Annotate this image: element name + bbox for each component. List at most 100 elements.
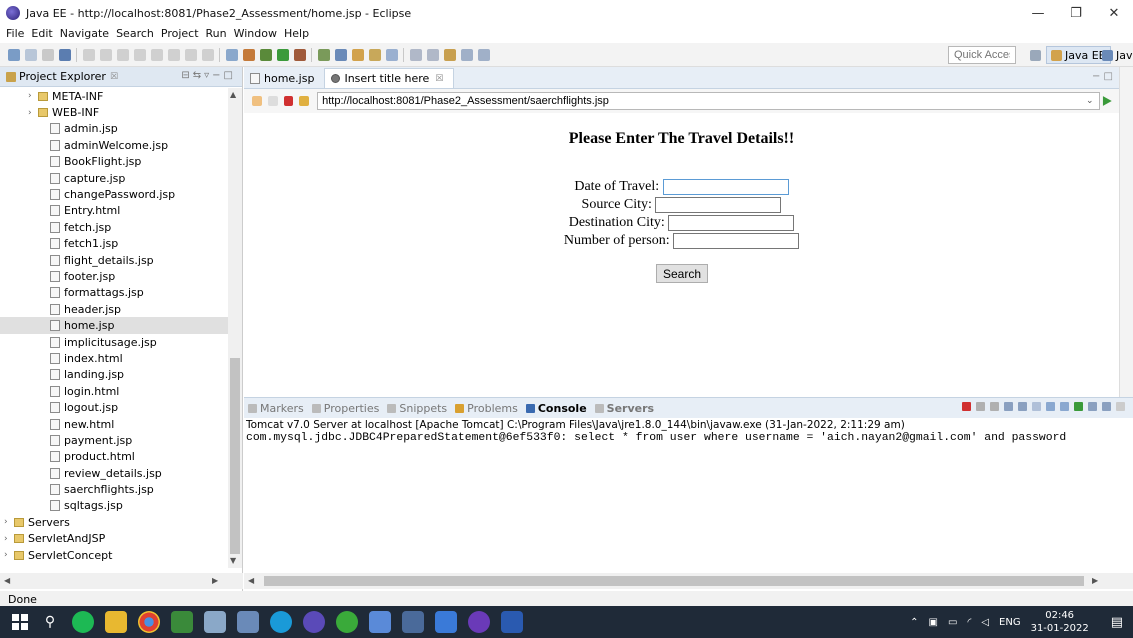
step-into-icon[interactable]	[168, 48, 180, 61]
battery-icon[interactable]: ▭	[948, 617, 957, 628]
menu-project[interactable]: Project	[161, 27, 199, 40]
print-icon[interactable]	[59, 48, 71, 61]
search-button[interactable]: Search	[656, 264, 708, 283]
open-perspective-button[interactable]	[1026, 46, 1048, 64]
expand-chevron-icon[interactable]: ›	[28, 91, 38, 101]
taskbar-search-icon[interactable]: ⚲	[39, 611, 61, 633]
app-icon[interactable]	[171, 611, 193, 633]
tree-item[interactable]: logout.jsp	[0, 399, 228, 415]
tree-item[interactable]: formattags.jsp	[0, 285, 228, 301]
source-city-input[interactable]	[655, 197, 782, 213]
minimize-button[interactable]: —	[1019, 0, 1057, 26]
tree-item[interactable]: login.html	[0, 383, 228, 399]
open-task-icon[interactable]	[369, 48, 381, 61]
tree-item[interactable]: › WEB-INF	[0, 104, 228, 120]
tree-item[interactable]: product.html	[0, 449, 228, 465]
tree-item[interactable]: capture.jsp	[0, 170, 228, 186]
step-over-icon[interactable]	[185, 48, 197, 61]
show-on-error-icon[interactable]	[1060, 402, 1069, 411]
maximize-view-icon[interactable]: □	[224, 70, 236, 81]
show-hidden-icons-icon[interactable]: ⌃	[910, 617, 918, 628]
open-type-icon[interactable]	[352, 48, 364, 61]
tree-item[interactable]: fetch1.jsp	[0, 236, 228, 252]
tree-item[interactable]: new.html	[0, 416, 228, 432]
tree-item[interactable]: › Servers	[0, 514, 228, 530]
chrome-icon[interactable]	[138, 611, 160, 633]
tree-item[interactable]: footer.jsp	[0, 268, 228, 284]
maximize-button[interactable]: ❐	[1057, 0, 1095, 26]
app-icon[interactable]	[237, 611, 259, 633]
tree-item[interactable]: changePassword.jsp	[0, 186, 228, 202]
debug-icon[interactable]	[260, 48, 272, 61]
tree-item[interactable]: implicitusage.jsp	[0, 334, 228, 350]
save-icon[interactable]	[25, 48, 37, 61]
open-console-icon[interactable]	[226, 48, 238, 61]
tree-item[interactable]: home.jsp	[0, 317, 228, 334]
external-tools-icon[interactable]	[294, 48, 306, 61]
app-icon[interactable]	[336, 611, 358, 633]
last-edit-icon[interactable]	[444, 48, 456, 61]
word-wrap-icon[interactable]	[1032, 402, 1041, 411]
close-tab-icon[interactable]: ☒	[435, 74, 443, 84]
tab-servers[interactable]: Servers	[594, 402, 654, 415]
minimize-view-icon[interactable]: −	[212, 70, 223, 81]
show-on-output-icon[interactable]	[1046, 402, 1055, 411]
forward-icon[interactable]	[478, 48, 490, 61]
expand-chevron-icon[interactable]: ›	[28, 108, 38, 118]
scroll-right-icon[interactable]: ▶	[1092, 576, 1098, 585]
new-java-package-icon[interactable]	[318, 48, 330, 61]
pin-console-icon[interactable]	[1074, 402, 1083, 411]
tree-item[interactable]: › ServletAndJSP	[0, 531, 228, 547]
app-icon[interactable]	[402, 611, 424, 633]
step-return-icon[interactable]	[202, 48, 214, 61]
explorer-vertical-scrollbar[interactable]: ▲ ▼	[228, 88, 242, 568]
tree-item[interactable]: › META-INF	[0, 88, 228, 104]
explorer-scroll-thumb[interactable]	[230, 358, 240, 554]
tree-item[interactable]: BookFlight.jsp	[0, 154, 228, 170]
console-horizontal-scrollbar[interactable]: ◀ ▶	[244, 573, 1133, 589]
tree-item[interactable]: admin.jsp	[0, 121, 228, 137]
remove-launch-icon[interactable]	[976, 402, 985, 411]
menu-edit[interactable]: Edit	[31, 27, 52, 40]
suspend-icon[interactable]	[117, 48, 129, 61]
back-arrow-icon[interactable]	[252, 96, 262, 106]
tree-item[interactable]: header.jsp	[0, 301, 228, 317]
url-dropdown-icon[interactable]: ⌄	[1086, 96, 1094, 106]
date-of-travel-input[interactable]	[662, 179, 789, 195]
menu-window[interactable]: Window	[234, 27, 277, 40]
view-menu-icon[interactable]: ▿	[204, 70, 212, 81]
skip-breakpoints-icon[interactable]	[83, 48, 95, 61]
scroll-right-icon[interactable]: ▶	[212, 576, 218, 585]
scroll-lock-icon[interactable]	[1018, 402, 1027, 411]
github-desktop-icon[interactable]	[468, 611, 490, 633]
windows-start-icon[interactable]	[12, 614, 28, 630]
stop-icon[interactable]	[283, 96, 294, 106]
menu-search[interactable]: Search	[116, 27, 154, 40]
word-icon[interactable]	[501, 611, 523, 633]
app-icon[interactable]	[204, 611, 226, 633]
scroll-down-icon[interactable]: ▼	[230, 556, 236, 565]
tree-item[interactable]: sqltags.jsp	[0, 498, 228, 514]
tab-insert-title-here[interactable]: Insert title here ☒	[324, 68, 455, 88]
tray-app-icon[interactable]: ▣	[929, 617, 938, 628]
close-view-icon[interactable]: ☒	[110, 72, 118, 82]
minimize-console-icon[interactable]	[1116, 402, 1125, 411]
explorer-horizontal-scrollbar[interactable]: ◀ ▶	[0, 573, 243, 589]
destination-city-input[interactable]	[668, 215, 795, 231]
spotify-icon[interactable]	[72, 611, 94, 633]
tree-item[interactable]: payment.jsp	[0, 432, 228, 448]
menu-help[interactable]: Help	[284, 27, 309, 40]
scroll-up-icon[interactable]: ▲	[230, 90, 236, 99]
tab-markers[interactable]: Markers	[248, 402, 304, 415]
notifications-icon[interactable]: ▤	[1111, 615, 1123, 630]
tree-item[interactable]: fetch.jsp	[0, 219, 228, 235]
annotation-next-icon[interactable]	[410, 48, 422, 61]
remove-all-icon[interactable]	[990, 402, 999, 411]
collapse-all-icon[interactable]: ⊟	[181, 70, 192, 81]
eclipse-taskbar-icon[interactable]	[303, 611, 325, 633]
input-language-indicator[interactable]: ENG	[999, 617, 1021, 628]
run-icon[interactable]	[277, 48, 289, 61]
forward-arrow-icon[interactable]	[267, 96, 278, 106]
display-console-icon[interactable]	[1088, 402, 1097, 411]
tab-snippets[interactable]: Snippets	[387, 402, 447, 415]
